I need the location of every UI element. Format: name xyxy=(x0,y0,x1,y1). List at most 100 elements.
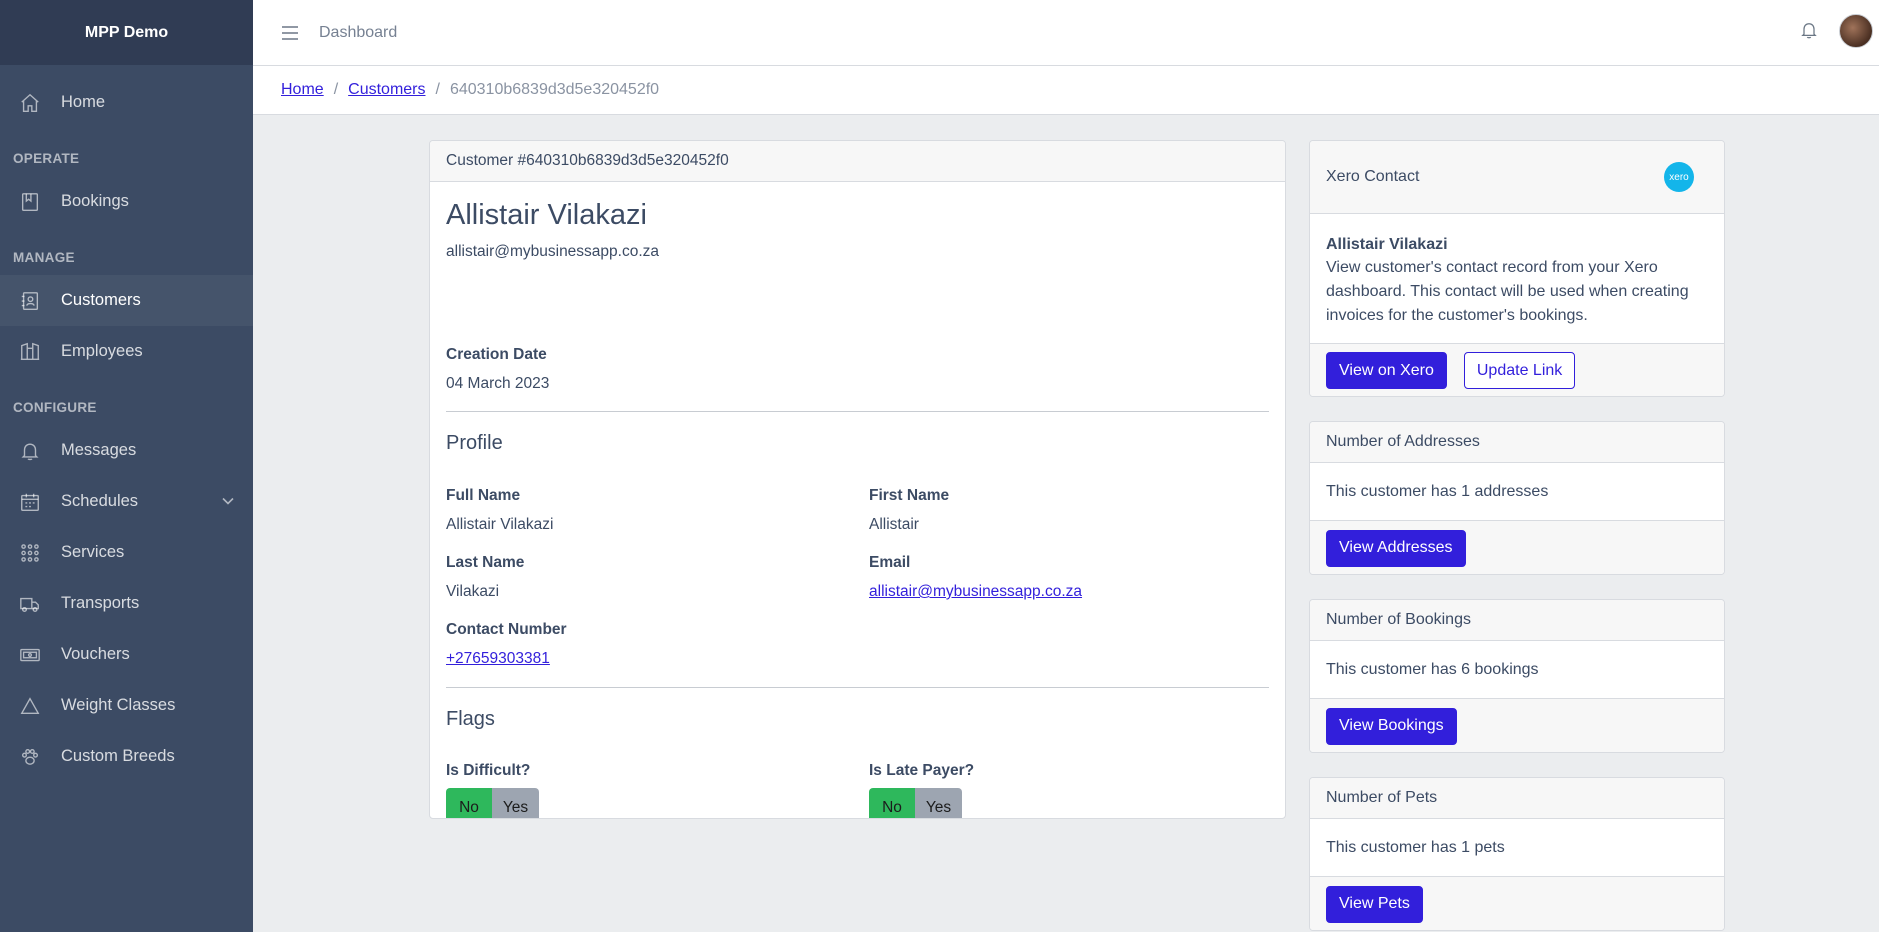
brand-title[interactable]: MPP Demo xyxy=(0,0,253,65)
xero-card-footer: View on Xero Update Link xyxy=(1310,343,1724,396)
flags-section-title: Flags xyxy=(446,708,495,730)
pets-card-title: Number of Pets xyxy=(1310,778,1724,819)
xero-card-body: Allistair Vilakazi View customer's conta… xyxy=(1310,214,1724,343)
pets-count-text: This customer has 1 pets xyxy=(1326,838,1505,856)
is-late-payer-toggle: No Yes xyxy=(869,788,962,818)
addresses-card-title: Number of Addresses xyxy=(1310,422,1724,463)
is-difficult-yes-button[interactable]: Yes xyxy=(492,788,539,818)
xero-logo: xero xyxy=(1664,162,1694,192)
last-name-label: Last Name xyxy=(446,554,525,571)
voucher-icon xyxy=(18,643,42,667)
email-label: Email xyxy=(869,554,911,571)
calendar-icon xyxy=(18,490,42,514)
customer-name: Allistair Vilakazi xyxy=(446,199,647,231)
pets-card: Number of Pets This customer has 1 pets … xyxy=(1309,777,1725,931)
sidebar-item-schedules[interactable]: Schedules xyxy=(0,476,253,527)
xero-description: View customer's contact record from your… xyxy=(1326,259,1689,324)
paw-icon xyxy=(18,745,42,769)
sidebar-item-employees[interactable]: Employees xyxy=(0,326,253,377)
view-pets-button[interactable]: View Pets xyxy=(1326,885,1423,923)
breadcrumb-separator: / xyxy=(333,81,339,98)
nav-section-manage: MANAGE xyxy=(13,250,75,265)
breadcrumb-current: 640310b6839d3d5e320452f0 xyxy=(449,81,660,98)
sidebar-item-home[interactable]: Home xyxy=(0,77,253,128)
contact-number-label: Contact Number xyxy=(446,621,567,638)
bookings-card-footer: View Bookings xyxy=(1310,698,1724,752)
sidebar: MPP Demo Home OPERATE Bookings MANAGE Cu… xyxy=(0,0,253,932)
contact-icon xyxy=(18,289,42,313)
breadcrumb-customers-link[interactable]: Customers xyxy=(348,81,425,99)
top-header: Dashboard xyxy=(253,0,1879,66)
sidebar-item-label: Custom Breeds xyxy=(61,747,175,765)
sidebar-item-label: Bookings xyxy=(61,192,129,210)
sidebar-item-vouchers[interactable]: Vouchers xyxy=(0,629,253,680)
contact-number-link[interactable]: +27659303381 xyxy=(446,650,550,668)
sidebar-item-transports[interactable]: Transports xyxy=(0,578,253,629)
creation-date-value: 04 March 2023 xyxy=(446,375,550,392)
xero-card-title: Xero Contact xyxy=(1326,168,1420,185)
menu-toggle-icon[interactable] xyxy=(279,22,301,44)
triangle-icon xyxy=(18,694,42,718)
email-link[interactable]: allistair@mybusinessapp.co.za xyxy=(869,583,1082,601)
sidebar-item-label: Customers xyxy=(61,291,141,309)
last-name-value: Vilakazi xyxy=(446,583,500,600)
grid-icon xyxy=(18,541,42,565)
bell-icon xyxy=(18,439,42,463)
customer-detail-card: Customer #640310b6839d3d5e320452f0 Allis… xyxy=(429,140,1286,819)
is-late-payer-yes-button[interactable]: Yes xyxy=(915,788,962,818)
xero-contact-card: Xero Contact xero Allistair Vilakazi Vie… xyxy=(1309,140,1725,397)
bookings-card-title: Number of Bookings xyxy=(1310,600,1724,641)
addresses-card-footer: View Addresses xyxy=(1310,520,1724,574)
breadcrumb-home-link[interactable]: Home xyxy=(281,81,324,99)
creation-date-label: Creation Date xyxy=(446,346,547,363)
divider xyxy=(446,411,1269,412)
is-difficult-no-button[interactable]: No xyxy=(446,788,492,818)
customer-card-header: Customer #640310b6839d3d5e320452f0 xyxy=(430,141,1285,182)
update-link-button[interactable]: Update Link xyxy=(1463,352,1576,389)
sidebar-item-weight-classes[interactable]: Weight Classes xyxy=(0,680,253,731)
xero-contact-name: Allistair Vilakazi xyxy=(1326,236,1448,253)
employees-icon xyxy=(18,340,42,364)
sidebar-item-customers[interactable]: Customers xyxy=(0,275,253,326)
breadcrumb: Home / Customers / 640310b6839d3d5e32045… xyxy=(253,66,1879,115)
view-bookings-button[interactable]: View Bookings xyxy=(1326,707,1457,745)
is-difficult-label: Is Difficult? xyxy=(446,762,531,779)
sidebar-item-label: Home xyxy=(61,93,106,111)
view-on-xero-button[interactable]: View on Xero xyxy=(1326,352,1447,389)
header-dashboard-link[interactable]: Dashboard xyxy=(319,24,397,42)
sidebar-item-label: Transports xyxy=(61,594,140,612)
first-name-label: First Name xyxy=(869,487,950,504)
user-avatar[interactable] xyxy=(1839,14,1873,48)
sidebar-item-label: Weight Classes xyxy=(61,696,176,714)
sidebar-item-bookings[interactable]: Bookings xyxy=(0,176,253,227)
chevron-down-icon[interactable] xyxy=(221,494,235,513)
customer-email: allistair@mybusinessapp.co.za xyxy=(446,243,660,260)
nav-section-operate: OPERATE xyxy=(13,151,80,166)
profile-section-title: Profile xyxy=(446,432,503,454)
sidebar-item-label: Vouchers xyxy=(61,645,130,663)
is-late-payer-label: Is Late Payer? xyxy=(869,762,975,779)
full-name-value: Allistair Vilakazi xyxy=(446,516,554,533)
sidebar-item-label: Schedules xyxy=(61,492,139,510)
bookings-count-text: This customer has 6 bookings xyxy=(1326,660,1539,678)
sidebar-item-services[interactable]: Services xyxy=(0,527,253,578)
pets-card-footer: View Pets xyxy=(1310,876,1724,930)
home-icon xyxy=(18,91,42,115)
divider xyxy=(446,687,1269,688)
addresses-card: Number of Addresses This customer has 1 … xyxy=(1309,421,1725,575)
view-addresses-button[interactable]: View Addresses xyxy=(1326,529,1466,567)
bookings-card: Number of Bookings This customer has 6 b… xyxy=(1309,599,1725,753)
notifications-bell-icon[interactable] xyxy=(1799,20,1823,44)
sidebar-item-label: Services xyxy=(61,543,125,561)
sidebar-item-label: Messages xyxy=(61,441,137,459)
sidebar-item-label: Employees xyxy=(61,342,143,360)
nav-section-configure: CONFIGURE xyxy=(13,400,97,415)
truck-icon xyxy=(18,592,42,616)
full-name-label: Full Name xyxy=(446,487,521,504)
is-difficult-toggle: No Yes xyxy=(446,788,539,818)
addresses-count-text: This customer has 1 addresses xyxy=(1326,482,1549,500)
sidebar-item-custom-breeds[interactable]: Custom Breeds xyxy=(0,731,253,782)
xero-card-header: Xero Contact xero xyxy=(1310,141,1724,214)
is-late-payer-no-button[interactable]: No xyxy=(869,788,915,818)
sidebar-item-messages[interactable]: Messages xyxy=(0,425,253,476)
